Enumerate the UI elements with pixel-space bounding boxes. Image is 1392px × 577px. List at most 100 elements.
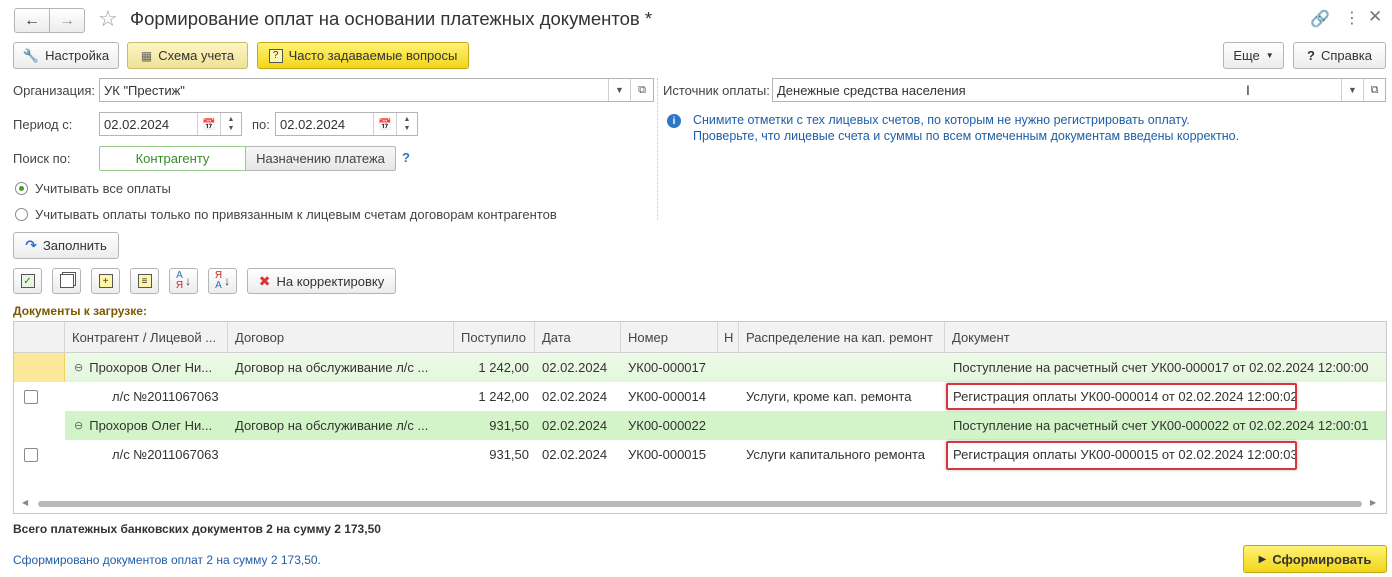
col-document[interactable]: Документ — [945, 322, 1386, 353]
scroll-right-icon[interactable]: ▶ — [1370, 498, 1376, 507]
contractor-cell: ⊖ Прохоров Олег Ни... — [74, 360, 213, 375]
sort-asc-button[interactable]: АЯ ↓ — [169, 268, 198, 294]
contract-cell — [235, 382, 451, 411]
close-icon[interactable]: ✕ — [1368, 7, 1382, 27]
org-open-icon[interactable]: ⧉ — [630, 79, 653, 101]
arrow-left-icon: ← — [24, 11, 40, 29]
more-vertical-icon[interactable]: ⋮ — [1344, 8, 1360, 28]
contractor-cell: л/с №2011067063 — [112, 389, 219, 404]
date-stepper[interactable]: ▲ ▼ — [396, 113, 417, 135]
document-cell[interactable]: Поступление на расчетный счет УК00-00002… — [953, 411, 1383, 440]
sort-desc-button[interactable]: ЯА ↓ — [208, 268, 237, 294]
col-distribution[interactable]: Распределение на кап. ремонт — [739, 322, 945, 353]
forward-button[interactable]: → — [49, 8, 85, 33]
collapse-tree-icon[interactable]: ⊖ — [74, 419, 83, 432]
table-row[interactable]: ⊖ Прохоров Олег Ни... Договор на обслужи… — [14, 353, 1386, 382]
org-field[interactable]: УК "Престиж" ▼ ⧉ — [99, 78, 654, 102]
period-to-field[interactable]: 02.02.2024 📅 ▲ ▼ — [275, 112, 418, 136]
col-contract[interactable]: Договор — [228, 322, 454, 353]
favorite-star-icon[interactable]: ☆ — [98, 6, 118, 32]
contract-cell: Договор на обслуживание л/с ... — [235, 360, 429, 375]
faq-button[interactable]: ? Часто задаваемые вопросы — [257, 42, 469, 69]
number-cell: УК00-000017 — [628, 360, 706, 375]
uncheck-all-button[interactable] — [52, 268, 81, 294]
uncheck-all-icon — [59, 274, 74, 288]
sort-desc-icon: ЯА — [214, 270, 223, 291]
radio-all-payments[interactable] — [15, 182, 28, 195]
collapse-tree-icon[interactable]: ⊖ — [74, 361, 83, 374]
source-field[interactable]: Денежные средства населения I ▼ ⧉ — [772, 78, 1386, 102]
source-dropdown-icon[interactable]: ▼ — [1341, 79, 1363, 101]
search-by-purpose-toggle[interactable]: Назначению платежа — [245, 146, 396, 171]
col-date[interactable]: Дата — [535, 322, 621, 353]
date-stepper[interactable]: ▲ ▼ — [220, 113, 241, 135]
info-line-2: Проверьте, что лицевые счета и суммы по … — [693, 129, 1240, 143]
distribution-cell: Услуги, кроме кап. ремонта — [746, 389, 912, 404]
highlight-box — [946, 383, 1297, 410]
fill-button[interactable]: ↷ Заполнить — [13, 232, 119, 259]
scroll-left-icon[interactable]: ◀ — [22, 498, 28, 507]
source-open-icon[interactable]: ⧉ — [1363, 79, 1385, 101]
create-button[interactable]: ▶ Сформировать — [1243, 545, 1387, 573]
col-contractor[interactable]: Контрагент / Лицевой ... — [65, 322, 228, 353]
collapse-icon: ≡ — [137, 274, 152, 288]
date-cell: 02.02.2024 — [542, 447, 608, 462]
org-label: Организация: — [13, 83, 96, 98]
dropdown-arrow-icon: ▼ — [1265, 51, 1274, 60]
info-icon: i — [667, 114, 681, 128]
more-button[interactable]: Еще ▼ — [1223, 42, 1284, 69]
help-button[interactable]: ? Справка — [1293, 42, 1386, 69]
col-check-header[interactable] — [14, 322, 65, 353]
horizontal-scrollbar[interactable]: ◀ ▶ — [22, 498, 1378, 508]
col-number[interactable]: Номер — [621, 322, 718, 353]
accounting-scheme-button[interactable]: ▦ Схема учета — [127, 42, 248, 69]
expand-icon: + — [98, 274, 113, 288]
highlight-box — [946, 441, 1297, 470]
sort-asc-icon: АЯ — [175, 270, 184, 291]
back-button[interactable]: ← — [14, 8, 50, 33]
number-cell: УК00-000014 — [628, 389, 706, 404]
arrow-right-icon: → — [59, 11, 75, 29]
col-n[interactable]: Н — [718, 322, 739, 353]
calendar-icon[interactable]: 📅 — [197, 113, 220, 135]
row-checkbox[interactable] — [24, 389, 38, 404]
amount-cell: 931,50 — [489, 447, 529, 462]
contract-cell — [235, 440, 451, 469]
question-icon: ? — [268, 48, 283, 63]
table-header: Контрагент / Лицевой ... Договор Поступи… — [14, 322, 1386, 353]
period-label: Период с: — [13, 117, 73, 132]
row-checkbox-cell — [24, 382, 54, 411]
contractor-cell: ⊖ Прохоров Олег Ни... — [74, 418, 213, 433]
table-section-title: Документы к загрузке: — [13, 304, 147, 318]
help-question-icon: ? — [1307, 48, 1315, 63]
documents-table: Контрагент / Лицевой ... Договор Поступи… — [13, 321, 1387, 514]
link-icon[interactable]: 🔗 — [1310, 9, 1330, 29]
search-by-contractor-toggle[interactable]: Контрагенту — [99, 146, 246, 171]
period-from-field[interactable]: 02.02.2024 📅 ▲ ▼ — [99, 112, 242, 136]
amount-cell: 1 242,00 — [478, 360, 529, 375]
collapse-button[interactable]: ≡ — [130, 268, 159, 294]
contract-cell: Договор на обслуживание л/с ... — [235, 418, 429, 433]
scheme-icon: ▦ — [140, 48, 153, 63]
scrollbar-thumb[interactable] — [38, 501, 1362, 507]
radio-linked-payments[interactable] — [15, 208, 28, 221]
amount-cell: 1 242,00 — [478, 389, 529, 404]
org-dropdown-icon[interactable]: ▼ — [608, 79, 630, 101]
date-cell: 02.02.2024 — [542, 360, 608, 375]
settings-button[interactable]: 🔧 Настройка — [13, 42, 119, 69]
table-row[interactable]: ⊖ Прохоров Олег Ни... Договор на обслужи… — [14, 411, 1386, 440]
expand-button[interactable]: + — [91, 268, 120, 294]
check-all-button[interactable]: ✓ — [13, 268, 42, 294]
row-checkbox-cell — [24, 440, 54, 469]
search-help-icon[interactable]: ? — [402, 150, 410, 165]
search-by-label: Поиск по: — [13, 151, 71, 166]
row-checkbox[interactable] — [24, 447, 38, 462]
document-cell[interactable]: Поступление на расчетный счет УК00-00001… — [953, 353, 1383, 382]
check-all-icon: ✓ — [20, 274, 35, 288]
fill-arrow-icon: ↷ — [25, 237, 37, 253]
play-arrow-icon: ▶ — [1258, 553, 1267, 565]
amount-cell: 931,50 — [489, 418, 529, 433]
col-amount[interactable]: Поступило — [454, 322, 535, 353]
calendar-icon[interactable]: 📅 — [373, 113, 396, 135]
correct-button[interactable]: ✖ На корректировку — [247, 268, 396, 294]
